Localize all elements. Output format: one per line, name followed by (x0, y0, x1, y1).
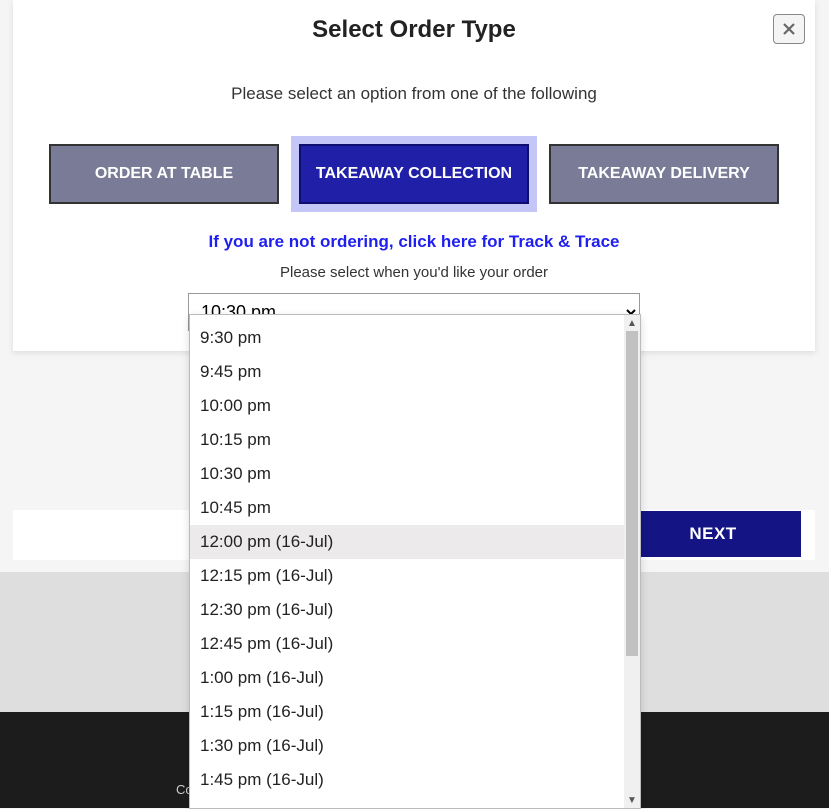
time-option[interactable]: 10:30 pm (190, 457, 624, 491)
scrollbar-up-arrow[interactable]: ▲ (624, 315, 640, 331)
time-option[interactable]: 9:45 pm (190, 355, 624, 389)
time-dropdown-options: 9:15 pm9:30 pm9:45 pm10:00 pm10:15 pm10:… (190, 315, 624, 797)
time-option[interactable]: 10:45 pm (190, 491, 624, 525)
time-option[interactable]: 12:30 pm (16-Jul) (190, 593, 624, 627)
time-dropdown: 9:15 pm9:30 pm9:45 pm10:00 pm10:15 pm10:… (189, 314, 641, 809)
time-option[interactable]: 1:45 pm (16-Jul) (190, 763, 624, 797)
time-option[interactable]: 1:15 pm (16-Jul) (190, 695, 624, 729)
next-button[interactable]: NEXT (625, 511, 801, 557)
time-option[interactable]: 1:30 pm (16-Jul) (190, 729, 624, 763)
order-type-modal: Select Order Type Please select an optio… (13, 0, 815, 351)
time-option[interactable]: 9:30 pm (190, 321, 624, 355)
modal-title: Select Order Type (33, 16, 795, 44)
time-option[interactable]: 1:00 pm (16-Jul) (190, 661, 624, 695)
time-option[interactable]: 12:15 pm (16-Jul) (190, 559, 624, 593)
time-option[interactable]: 12:45 pm (16-Jul) (190, 627, 624, 661)
order-at-table-button[interactable]: ORDER AT TABLE (49, 144, 279, 204)
scrollbar-down-arrow[interactable]: ▼ (624, 792, 640, 808)
takeaway-delivery-button[interactable]: TAKEAWAY DELIVERY (549, 144, 779, 204)
close-button[interactable] (773, 14, 805, 44)
track-trace-row: If you are not ordering, click here for … (33, 232, 795, 252)
when-label: Please select when you'd like your order (33, 264, 795, 281)
order-type-row: ORDER AT TABLE TAKEAWAY COLLECTION TAKEA… (33, 144, 795, 204)
time-option[interactable]: 10:00 pm (190, 389, 624, 423)
scrollbar-thumb[interactable] (626, 331, 638, 656)
modal-subtitle: Please select an option from one of the … (33, 84, 795, 104)
takeaway-collection-button[interactable]: TAKEAWAY COLLECTION (299, 144, 529, 204)
close-icon (781, 21, 797, 37)
dropdown-scrollbar[interactable]: ▲ ▼ (624, 315, 640, 808)
track-trace-link[interactable]: If you are not ordering, click here for … (209, 232, 620, 251)
time-option[interactable]: 10:15 pm (190, 423, 624, 457)
time-option[interactable]: 12:00 pm (16-Jul) (190, 525, 624, 559)
time-option[interactable]: 9:15 pm (190, 315, 624, 321)
